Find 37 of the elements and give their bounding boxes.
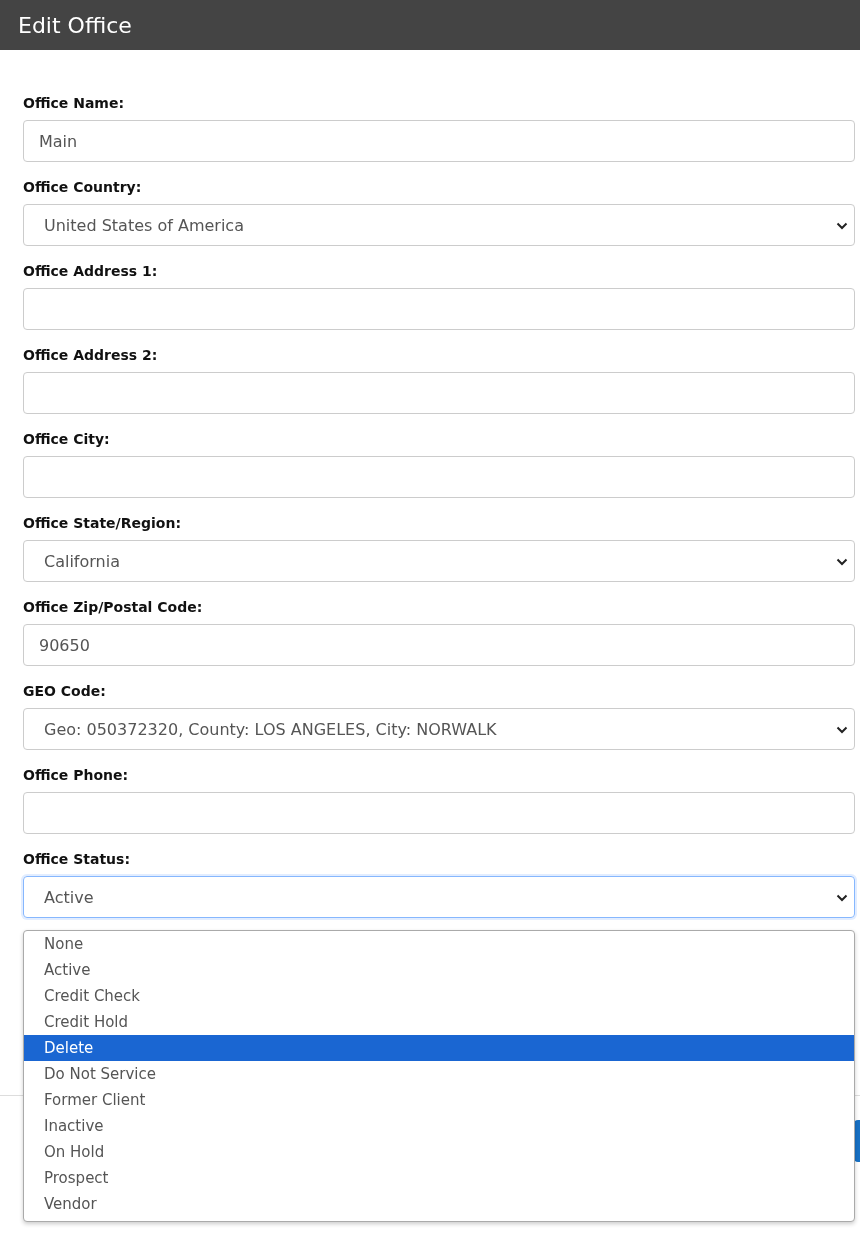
chevron-down-icon (836, 222, 848, 230)
dropdown-option[interactable]: Credit Check (24, 983, 854, 1009)
select-field[interactable]: United States of America (23, 204, 855, 246)
chevron-down-icon (836, 894, 848, 902)
dropdown-option[interactable]: Delete (24, 1035, 854, 1061)
field-label: GEO Code: (23, 682, 107, 700)
field-label: Office Zip/Postal Code: (23, 598, 204, 616)
field-label: Office City: (23, 430, 111, 448)
field-label: Office Country: (23, 178, 143, 196)
input-field[interactable]: 90650 (23, 624, 855, 666)
dropdown-option[interactable]: On Hold (24, 1139, 854, 1165)
field-label: Office State/Region: (23, 514, 182, 532)
field-label: Office Address 1: (23, 262, 159, 280)
select-field[interactable]: Active (23, 876, 855, 918)
input-field[interactable] (23, 792, 855, 834)
select-field[interactable]: California (23, 540, 855, 582)
dropdown-option[interactable]: Former Client (24, 1087, 854, 1113)
dropdown-option[interactable]: Vendor (24, 1191, 854, 1217)
select-field[interactable]: Geo: 050372320, County: LOS ANGELES, City: NORWALK (23, 708, 855, 750)
dropdown-option[interactable]: None (24, 931, 854, 957)
chevron-down-icon (836, 558, 848, 566)
dropdown-option[interactable]: Credit Hold (24, 1009, 854, 1035)
field-label: Office Phone: (23, 766, 130, 784)
field-label: Office Address 2: (23, 346, 159, 364)
button[interactable] (854, 1120, 860, 1162)
input-field[interactable] (23, 456, 855, 498)
input-field[interactable]: Main (23, 120, 855, 162)
dropdown-option[interactable]: Prospect (24, 1165, 854, 1191)
dropdown-option[interactable]: Inactive (24, 1113, 854, 1139)
chevron-down-icon (836, 726, 848, 734)
dropdown-option[interactable]: Active (24, 957, 854, 983)
dialog-title: Edit Office (18, 12, 132, 38)
input-field[interactable] (23, 372, 855, 414)
field-label: Office Status: (23, 850, 131, 868)
input-field[interactable] (23, 288, 855, 330)
dropdown-option[interactable]: Do Not Service (24, 1061, 854, 1087)
field-label: Office Name: (23, 94, 126, 112)
